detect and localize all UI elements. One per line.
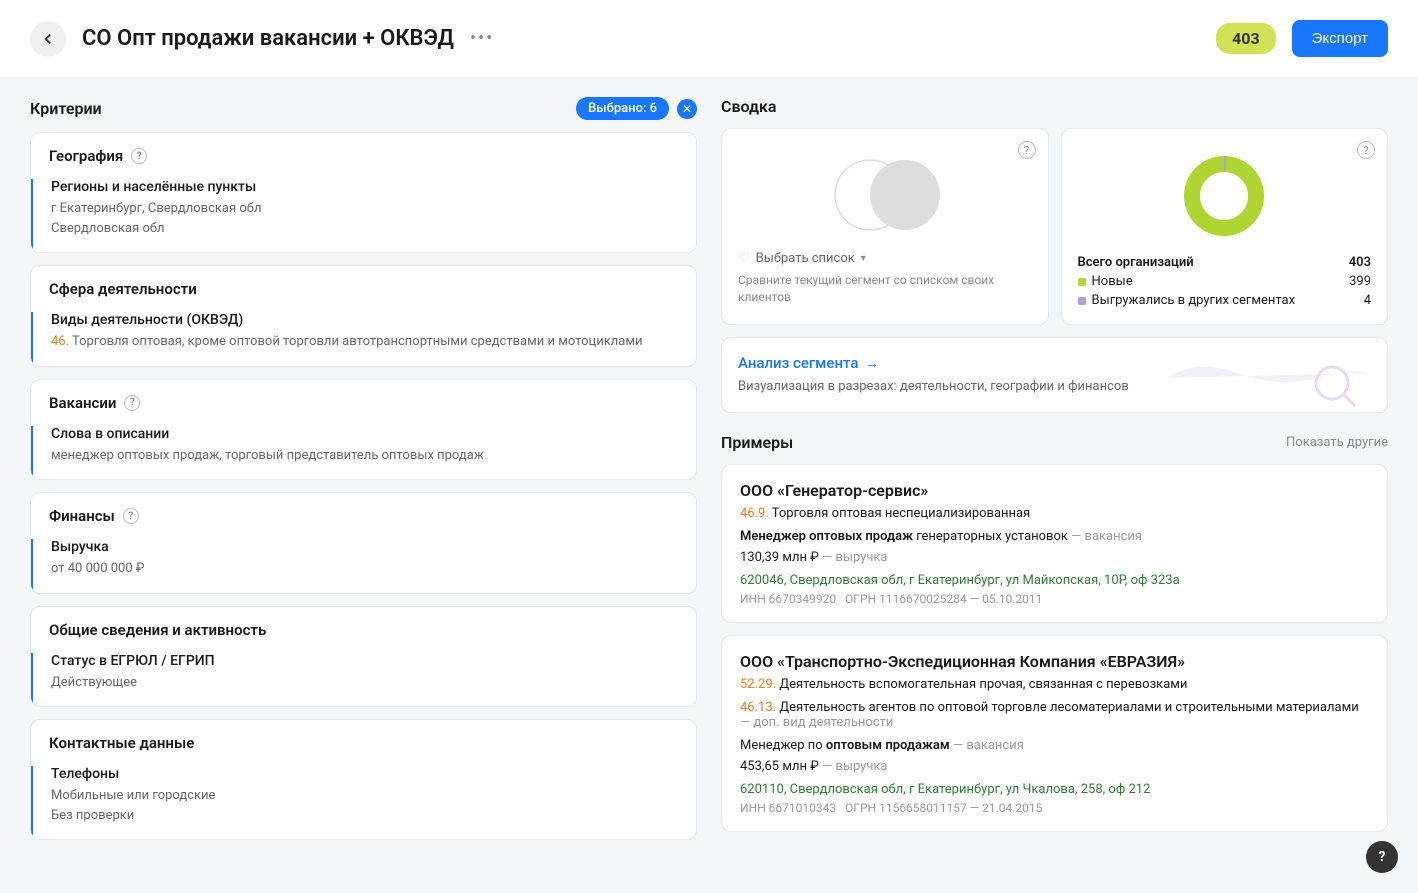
ogrn: ОГРН 1116670025284 xyxy=(845,592,967,606)
back-button[interactable] xyxy=(30,21,66,57)
field-value: Без проверки xyxy=(51,806,678,826)
help-icon[interactable]: ? xyxy=(123,508,139,524)
reg-date: 05.10.2011 xyxy=(982,592,1042,606)
card-title: Финансы xyxy=(49,507,115,525)
revenue-tag: — выручка xyxy=(819,759,888,774)
okved-code: 46.9. xyxy=(740,506,769,521)
export-button[interactable]: Экспорт xyxy=(1292,20,1388,57)
vacancy-bold: оптовым продажам xyxy=(826,738,950,753)
heart-icon: ♡ xyxy=(738,251,750,266)
okved-desc: Торговля оптовая, кроме оптовой торговли… xyxy=(69,334,642,349)
revenue: 130,39 млн ₽ xyxy=(740,550,819,565)
arrow-right-icon: → xyxy=(864,354,879,372)
company-name: ООО «Транспортно-Экспедиционная Компания… xyxy=(740,652,1369,671)
okved-code: 46.13. xyxy=(740,700,776,715)
field-value: менеджер оптовых продаж, торговый предст… xyxy=(51,446,678,466)
criteria-card-activity[interactable]: Сфера деятельности Виды деятельности (ОК… xyxy=(30,265,697,367)
criteria-card-vacancies[interactable]: Вакансии ? Слова в описании менеджер опт… xyxy=(30,379,697,481)
info-icon[interactable]: ? xyxy=(1357,141,1375,159)
segment-count-badge: 403 xyxy=(1216,23,1276,54)
field-label: Выручка xyxy=(51,539,678,555)
help-icon[interactable]: ? xyxy=(131,148,147,164)
inn: ИНН 6670349920 xyxy=(740,592,836,606)
map-decoration-icon xyxy=(1157,348,1377,413)
exported-label: Выгружались в других сегментах xyxy=(1092,293,1296,308)
field-value: от 40 000 000 ₽ xyxy=(51,559,678,579)
examples-title: Примеры xyxy=(721,433,793,452)
legend-dot-new xyxy=(1078,278,1086,286)
new-value: 399 xyxy=(1349,274,1371,289)
revenue-tag: — выручка xyxy=(819,550,888,565)
criteria-card-finance[interactable]: Финансы ? Выручка от 40 000 000 ₽ xyxy=(30,492,697,594)
summary-title: Сводка xyxy=(721,97,1388,116)
field-label: Слова в описании xyxy=(51,426,678,442)
example-item[interactable]: ООО «Генератор-сервис» 46.9. Торговля оп… xyxy=(721,464,1388,623)
field-value: Свердловская обл xyxy=(51,219,678,239)
exported-value: 4 xyxy=(1364,293,1371,308)
card-title: Общие сведения и активность xyxy=(49,621,266,639)
card-title: Сфера деятельности xyxy=(49,280,197,298)
criteria-card-geography[interactable]: География ? Регионы и населённые пункты … xyxy=(30,132,697,253)
criteria-card-general[interactable]: Общие сведения и активность Статус в ЕГР… xyxy=(30,606,697,708)
card-title: Вакансии xyxy=(49,394,116,412)
card-title: География xyxy=(49,147,123,165)
vacancy-pre: Менеджер по xyxy=(740,738,826,753)
total-label: Всего организаций xyxy=(1078,255,1194,270)
okved-tag: — доп. вид деятельности xyxy=(740,715,893,730)
compare-hint: Сравните текущий сегмент со списком свои… xyxy=(738,272,1032,306)
criteria-title: Критерии xyxy=(30,99,102,118)
okved-code: 46. xyxy=(51,334,69,349)
info-icon[interactable]: ? xyxy=(1018,141,1036,159)
vacancy-tag: — вакансия xyxy=(1068,529,1142,544)
field-label: Виды деятельности (ОКВЭД) xyxy=(51,312,678,328)
venn-diagram-icon xyxy=(738,155,1032,235)
help-icon[interactable]: ? xyxy=(124,395,140,411)
card-title: Контактные данные xyxy=(49,734,194,752)
address: 620110, Свердловская обл, г Екатеринбург… xyxy=(740,782,1369,797)
legend-dot-exported xyxy=(1078,297,1086,305)
more-menu-icon[interactable]: ••• xyxy=(470,28,494,49)
field-value: г Екатеринбург, Свердловская обл xyxy=(51,199,678,219)
ogrn: ОГРН 1156658011157 xyxy=(845,801,967,815)
stats-card: ? Всего организаций 403 Новые 399 Выгружал… xyxy=(1061,128,1389,325)
vacancy-rest: генераторных установок xyxy=(913,529,1068,544)
analysis-card[interactable]: Анализ сегмента → Визуализация в разреза… xyxy=(721,337,1388,413)
help-fab-button[interactable]: ? xyxy=(1366,841,1398,873)
address: 620046, Свердловская обл, г Екатеринбург… xyxy=(740,573,1369,588)
criteria-card-contacts[interactable]: Контактные данные Телефоны Мобильные или… xyxy=(30,719,697,840)
vacancy-bold: Менеджер оптовых продаж xyxy=(740,529,913,544)
field-label: Статус в ЕГРЮЛ / ЕГРИП xyxy=(51,653,678,669)
selected-count-pill[interactable]: Выбрано: 6 xyxy=(576,97,669,120)
page-title: СО Опт продажи вакансии + ОКВЭД xyxy=(82,26,454,51)
inn: ИНН 6671010343 xyxy=(740,801,836,815)
field-label: Регионы и населённые пункты xyxy=(51,179,678,195)
okved-code: 52.29. xyxy=(740,677,776,692)
field-value: Мобильные или городские xyxy=(51,786,678,806)
company-name: ООО «Генератор-сервис» xyxy=(740,481,1369,500)
field-label: Телефоны xyxy=(51,766,678,782)
donut-chart xyxy=(1078,151,1372,241)
revenue: 453,65 млн ₽ xyxy=(740,759,819,774)
okved-desc: Деятельность вспомогательная прочая, свя… xyxy=(776,677,1187,692)
new-label: Новые xyxy=(1092,274,1133,289)
select-list-dropdown[interactable]: ♡ Выбрать список ▾ xyxy=(738,251,1032,266)
show-more-link[interactable]: Показать другие xyxy=(1286,435,1388,450)
clear-criteria-icon[interactable]: ✕ xyxy=(677,99,697,119)
chevron-down-icon: ▾ xyxy=(861,253,866,264)
reg-date: 21.04.2015 xyxy=(982,801,1042,815)
okved-desc: Деятельность агентов по оптовой торговле… xyxy=(776,700,1359,715)
total-value: 403 xyxy=(1349,255,1371,270)
example-item[interactable]: ООО «Транспортно-Экспедиционная Компания… xyxy=(721,635,1388,832)
okved-desc: Торговля оптовая неспециализированная xyxy=(769,506,1030,521)
vacancy-tag: — вакансия xyxy=(950,738,1024,753)
field-value: Действующее xyxy=(51,673,678,693)
compare-card: ? ♡ Выбрать список ▾ Сравните текущий се… xyxy=(721,128,1049,325)
